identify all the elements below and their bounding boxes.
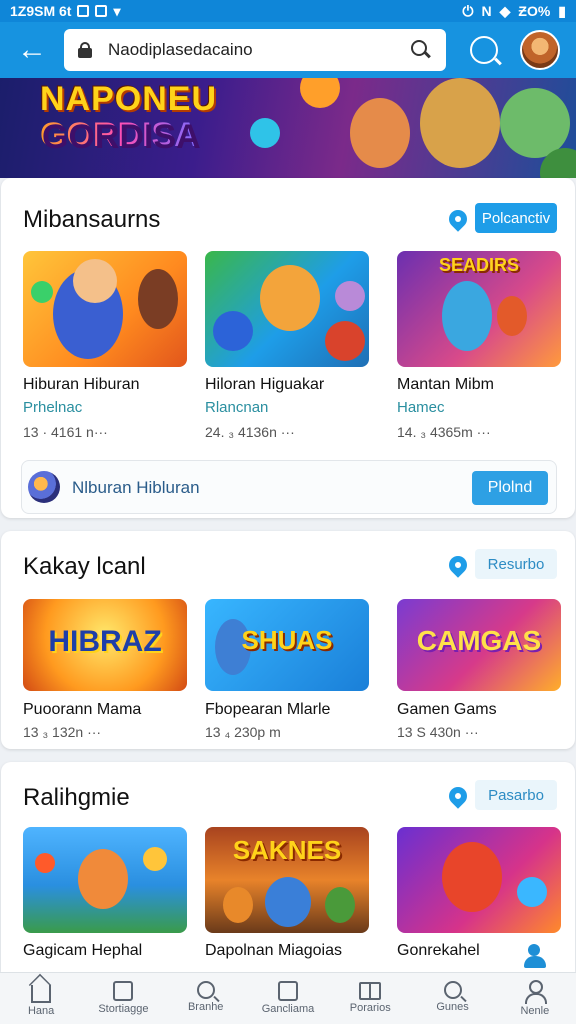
back-arrow-icon[interactable]: ←	[10, 28, 54, 72]
thumbnail-title: SAKNES	[232, 835, 342, 865]
game-thumbnail[interactable]	[23, 251, 187, 367]
game-thumbnail[interactable]	[205, 251, 369, 367]
game-title: Gamen Gams	[397, 701, 497, 718]
game-category: Prhelnac	[23, 399, 83, 416]
battery-level: ƵO%	[518, 3, 551, 19]
game-category: Hamec	[397, 399, 445, 416]
game-title: Fbopearan Mlarle	[205, 701, 331, 718]
search-icon[interactable]	[410, 39, 432, 61]
alarm-icon: ⏻	[462, 2, 474, 19]
section-card: Ralihgmie Pasarbo Gagicam Hephal SAKNES …	[1, 762, 575, 972]
game-thumbnail[interactable]	[23, 827, 187, 933]
status-bar: 1Z9SM 6t ▾ ⏻ N ◆ ƵO% ▮	[0, 0, 576, 22]
promo-button[interactable]: Plolnd	[472, 471, 548, 505]
section-action-button[interactable]: Polcanctiv	[475, 203, 557, 233]
profile-icon	[524, 979, 547, 1004]
nav-label: Gancliama	[261, 1003, 315, 1015]
notification-icon	[77, 5, 90, 17]
game-thumbnail[interactable]: SEADIRS	[397, 251, 561, 367]
storage-icon	[113, 981, 134, 1001]
game-title: Hiloran Higuakar	[205, 376, 325, 393]
section-action-button[interactable]: Resurbo	[475, 549, 557, 579]
game-meta: 14. ₃ 4365m ···	[397, 424, 491, 440]
game-thumbnail[interactable]: SAKNES	[205, 827, 369, 933]
section-title: Ralihgmie	[23, 784, 130, 811]
address-bar[interactable]: Naodiplasedacaino	[64, 29, 446, 71]
game-thumbnail[interactable]: HIBRAZ	[23, 599, 187, 691]
section-action-button[interactable]: Pasarbo	[475, 780, 557, 810]
search-icon	[196, 981, 215, 999]
wifi-icon: ◆	[499, 2, 511, 19]
game-thumbnail[interactable]: SHUAS	[205, 599, 369, 691]
game-title: Hiburan Hiburan	[23, 376, 140, 393]
game-meta: 13 · 4161 n···	[23, 424, 108, 440]
game-title: Gagicam Hephal	[23, 942, 143, 959]
location-pin-icon	[445, 783, 471, 809]
game-category: Rlancnan	[205, 399, 269, 416]
promo-text: Nlburan Hibluran	[72, 478, 200, 497]
contacts-icon[interactable]	[522, 940, 554, 972]
nav-label: Branhe	[187, 1001, 224, 1013]
nav-label: Stortiagge	[98, 1003, 149, 1015]
nav-item-home[interactable]: Hana	[0, 973, 82, 1024]
url-text[interactable]: Naodiplasedacaino	[108, 40, 410, 60]
book-icon	[359, 982, 382, 1000]
thumbnail-title: SHUAS	[241, 625, 333, 655]
promo-row[interactable]: Nlburan Hibluran Plolnd	[21, 460, 557, 514]
location-pin-icon	[445, 552, 471, 578]
nav-label: Gunes	[436, 1001, 469, 1013]
nav-item-library[interactable]: Porarios	[329, 973, 411, 1024]
promo-banner[interactable]: NAPONEU GORDISA	[0, 78, 576, 178]
banner-title: NAPONEU	[40, 80, 218, 118]
dropdown-icon: ▾	[113, 2, 121, 19]
game-title: Gonrekahel	[397, 942, 480, 959]
thumbnail-title: CAMGAS	[416, 625, 542, 656]
lock-icon	[78, 42, 92, 58]
search-button[interactable]	[470, 36, 498, 64]
bottom-navigation: Hana Stortiagge Branhe Gancliama Porario…	[0, 972, 576, 1024]
game-title: Mantan Mibm	[397, 376, 494, 393]
location-pin-icon	[445, 206, 471, 232]
section-card: Kakay lcanl Resurbo HIBRAZ Puoorann Mama…	[1, 531, 575, 749]
game-meta: 13 ₄ 230p m	[205, 724, 281, 740]
list-icon	[277, 981, 298, 1001]
home-icon	[31, 985, 52, 1003]
nav-label: Hana	[27, 1005, 55, 1017]
status-time: 1Z9SM 6t	[10, 3, 72, 19]
banner-subtitle: GORDISA	[40, 116, 199, 154]
game-title: Puoorann Mama	[23, 701, 142, 718]
section-card: Mibansaurns Polcanctiv Hiburan Hiburan P…	[1, 178, 575, 518]
game-meta: 13 ₃ 132n ···	[23, 724, 102, 740]
section-title: Kakay lcanl	[23, 553, 146, 580]
nav-item-list[interactable]: Gancliama	[247, 973, 329, 1024]
game-meta: 13 S 430n ···	[397, 724, 479, 740]
nav-item-games[interactable]: Gunes	[411, 973, 493, 1024]
section-title: Mibansaurns	[23, 206, 161, 233]
game-thumbnail[interactable]: CAMGAS	[397, 599, 561, 691]
game-title: Dapolnan Miagoias	[205, 942, 342, 959]
nav-label: Nenle	[520, 1005, 550, 1017]
promo-avatar	[28, 471, 60, 503]
nfc-icon: N	[481, 3, 492, 19]
game-thumbnail[interactable]	[397, 827, 561, 933]
search-icon	[443, 981, 462, 999]
nav-item-browse[interactable]: Branhe	[165, 973, 247, 1024]
nav-item-storage[interactable]: Stortiagge	[82, 973, 164, 1024]
thumbnail-title: SEADIRS	[438, 255, 519, 275]
browser-toolbar: ← Naodiplasedacaino	[0, 22, 576, 78]
avatar[interactable]	[520, 30, 560, 70]
nav-item-profile[interactable]: Nenle	[494, 973, 576, 1024]
battery-icon: ▮	[558, 2, 566, 19]
image-icon	[95, 5, 108, 17]
thumbnail-title: HIBRAZ	[48, 625, 162, 658]
nav-label: Porarios	[349, 1002, 391, 1014]
game-meta: 24. ₃ 4136n ···	[205, 424, 295, 440]
